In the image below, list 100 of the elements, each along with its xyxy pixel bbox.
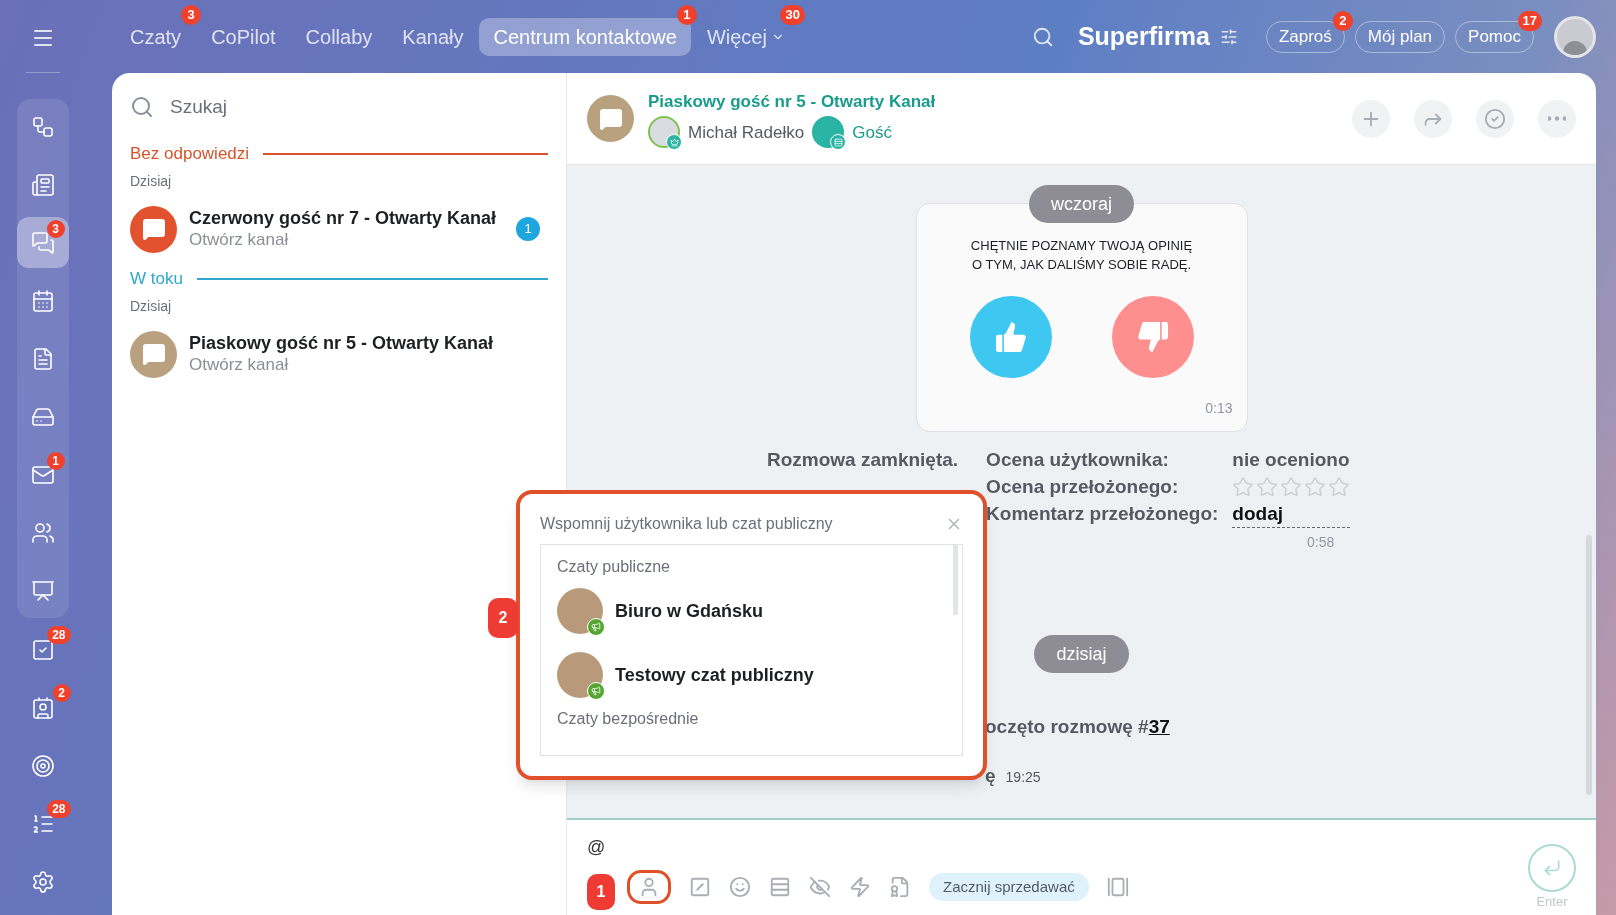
send-button[interactable]: [1528, 844, 1576, 892]
chat-list-item[interactable]: Czerwony gość nr 7 - Otwarty Kanał Otwórz kanał 1: [126, 200, 552, 258]
count-badge: 3: [181, 4, 202, 25]
rating-label: Ocena przełożonego:: [986, 475, 1180, 499]
chat-subtitle: Otwórz kanał: [189, 354, 290, 376]
rail-item-icon: [30, 288, 55, 313]
return-arrow-icon: [1542, 858, 1562, 878]
chat-bubble-icon: [141, 217, 166, 241]
rail-item-icon: [30, 869, 55, 894]
group-title: W toku: [130, 268, 183, 291]
search-icon[interactable]: [1031, 25, 1054, 48]
nav-tab[interactable]: Kanały: [388, 17, 478, 56]
count-badge: 1: [676, 4, 697, 25]
unread-counter: 1: [516, 217, 540, 241]
rail-item-icon: [30, 637, 55, 662]
panels-icon[interactable]: [1106, 876, 1129, 898]
status-text: Rozmowa zamknięta.: [767, 448, 959, 472]
more-icon: [1548, 116, 1566, 121]
group-title: Bez odpowiedzi: [130, 143, 250, 166]
toolbar-icon[interactable]: [849, 876, 871, 898]
mention-item[interactable]: Biuro w Gdańsku: [557, 579, 946, 643]
chat-subtitle: Otwórz kanał: [189, 229, 290, 251]
conversation-link[interactable]: 37: [1148, 716, 1170, 737]
chat-title[interactable]: Piaskowy gość nr 5 - Otwarty Kanał: [648, 88, 936, 115]
participant-name[interactable]: Gość: [852, 119, 892, 145]
check-circle-button[interactable]: [1476, 99, 1514, 138]
toolbar-icon[interactable]: [889, 876, 911, 898]
message-fragment: ę: [985, 763, 996, 788]
star-icon[interactable]: [1304, 475, 1327, 498]
toolbar-icon[interactable]: [729, 876, 751, 898]
count-badge: 30: [780, 4, 805, 25]
chat-bubble-icon: [141, 342, 166, 366]
rail-item[interactable]: 28: [16, 624, 69, 675]
rating-prompt: O TYM, JAK DALIŚMY SOBIE RADĘ.: [971, 256, 1192, 274]
company-name[interactable]: Superfirma: [1077, 17, 1210, 56]
sliders-icon[interactable]: [1219, 27, 1238, 46]
day-label: Dzisiaj: [130, 297, 173, 316]
section-title: Czaty bezpośrednie: [557, 709, 700, 729]
add-button[interactable]: [1352, 99, 1390, 138]
megaphone-badge-icon: [587, 618, 605, 636]
chat-bubble-icon: [598, 106, 623, 131]
search-icon: [130, 95, 154, 119]
message-time: 19:25: [1005, 767, 1041, 787]
forward-button[interactable]: [1414, 99, 1452, 138]
toolbar-icon[interactable]: [689, 876, 711, 898]
mention-name: Biuro w Gdańsku: [615, 599, 764, 623]
nav-tab[interactable]: Collaby: [291, 17, 387, 56]
rail-item-icon: [30, 520, 55, 545]
star-icon[interactable]: [1280, 475, 1303, 498]
send-hint: Enter: [1536, 893, 1568, 911]
count-badge: 2: [1332, 10, 1353, 31]
rail-item[interactable]: 3: [16, 217, 69, 268]
crown-badge-icon: [666, 134, 682, 151]
star-icon[interactable]: [1256, 475, 1279, 498]
popup-title: Wspomnij użytkownika lub czat publiczny: [540, 514, 833, 534]
rail-item[interactable]: 2: [16, 682, 69, 733]
toolbar-icon[interactable]: [769, 876, 791, 898]
star-icon[interactable]: [1232, 475, 1255, 498]
system-message: oczęto rozmowę #37: [985, 716, 1170, 737]
rating-label: Ocena użytkownika:: [986, 448, 1170, 472]
rating-prompt: CHĘTNIE POZNAMY TWOJĄ OPINIĘ: [970, 237, 1193, 255]
chat-list-item[interactable]: Piaskowy gość nr 5 - Otwarty Kanał Otwórz kanał: [126, 325, 552, 383]
chat-name: Czerwony gość nr 7 - Otwarty Kanał: [189, 207, 498, 229]
rail-item[interactable]: 28: [16, 798, 69, 849]
toolbar-icon[interactable]: [809, 876, 831, 898]
rail-item-icon: [30, 578, 55, 603]
rating-label: Komentarz przełożonego:: [986, 502, 1219, 526]
count-badge: 28: [47, 626, 71, 644]
count-badge: 2: [52, 684, 71, 702]
count-badge: 28: [47, 800, 71, 818]
callout-marker: 1: [587, 874, 615, 910]
count-badge: 17: [1517, 10, 1542, 31]
toolbar-icon[interactable]: [627, 870, 671, 904]
megaphone-badge-icon: [587, 682, 605, 700]
mention-name: Testowy czat publiczny: [615, 663, 814, 687]
callout-marker: 2: [488, 598, 518, 638]
rail-item[interactable]: 1: [16, 449, 69, 500]
participant-name[interactable]: Michał Radełko: [688, 119, 805, 145]
user-avatar[interactable]: [1554, 15, 1596, 58]
section-title: Czaty publiczne: [557, 557, 671, 577]
chat-name: Piaskowy gość nr 5 - Otwarty Kanał: [189, 332, 495, 354]
start-selling-chip[interactable]: Zacznij sprzedawać: [929, 873, 1089, 901]
rail-item-icon: [30, 695, 55, 720]
rail-item-icon: [30, 753, 55, 778]
rating-value: nie oceniono: [1232, 448, 1351, 472]
mention-item[interactable]: Testowy czat publiczny: [557, 643, 946, 707]
search-field[interactable]: Szukaj: [170, 92, 548, 122]
more-button[interactable]: [1538, 99, 1576, 138]
date-pill: wczoraj: [1029, 185, 1134, 223]
add-comment-link[interactable]: dodaj: [1232, 500, 1351, 528]
star-icon[interactable]: [1328, 475, 1351, 498]
check-circle-icon: [1484, 107, 1506, 130]
message-input[interactable]: @: [587, 820, 1528, 866]
count-badge: 3: [46, 220, 65, 238]
rail-item-icon: [30, 172, 55, 197]
message-time: 0:58: [1307, 533, 1336, 552]
count-badge: 1: [46, 452, 65, 470]
day-label: Dzisiaj: [130, 172, 173, 191]
rail-item-icon: [30, 114, 55, 139]
message-time: 0:13: [1205, 399, 1233, 418]
